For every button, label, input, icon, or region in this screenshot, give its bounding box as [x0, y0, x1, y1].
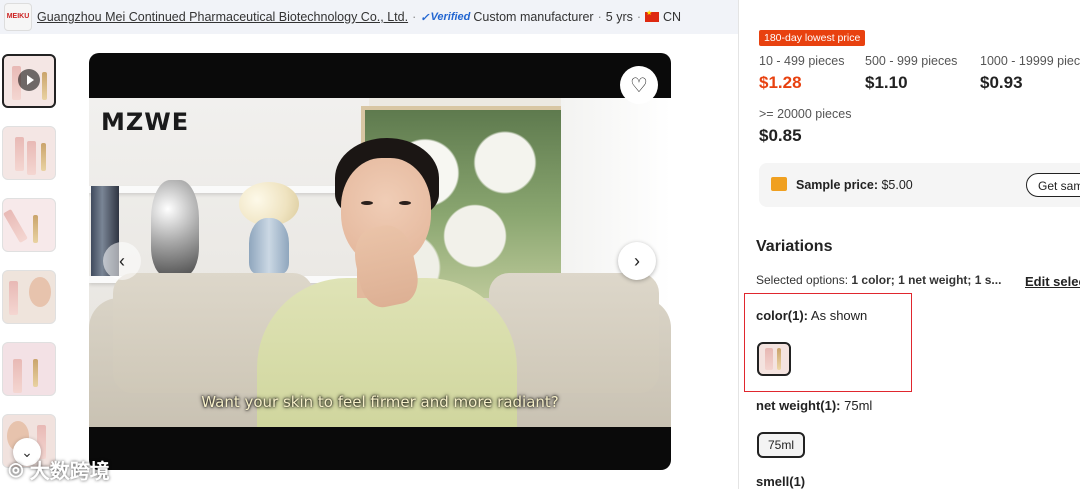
- video-bear-figurine: [151, 180, 199, 276]
- price-tier-value: $0.85: [759, 126, 802, 145]
- watermark: ◎ 大数跨境: [8, 455, 110, 484]
- thumbnail-list: [2, 54, 57, 486]
- product-tube-image: [33, 359, 38, 387]
- supplier-years: 5 yrs: [605, 10, 633, 24]
- price-tier-range: 1000 - 19999 pieces: [980, 54, 1080, 68]
- color-swatch-as-shown[interactable]: [757, 342, 791, 376]
- thumbnail-image[interactable]: [2, 198, 56, 252]
- thumbnail-video[interactable]: [2, 54, 56, 108]
- product-video-player[interactable]: MZWE Want your skin to feel firmer and m…: [89, 53, 671, 470]
- lowest-price-badge: 180-day lowest price: [759, 30, 866, 46]
- color-value: As shown: [810, 308, 868, 323]
- play-icon: [18, 69, 40, 91]
- selected-options-label: Selected options:: [756, 273, 849, 287]
- product-tube-image: [15, 137, 24, 171]
- product-tube-image: [13, 359, 22, 393]
- selected-options-value: 1 color; 1 net weight; 1 s...: [851, 273, 1002, 287]
- product-tube-image: [27, 141, 36, 175]
- sample-price-text: Sample price: $5.00: [796, 178, 913, 192]
- product-tube-image: [41, 143, 46, 171]
- separator: ·: [597, 10, 602, 24]
- product-tube-image: [33, 215, 38, 243]
- video-frame: MZWE: [89, 98, 671, 427]
- price-tier-range: >= 20000 pieces: [759, 107, 852, 121]
- next-media-button[interactable]: ›: [618, 242, 656, 280]
- separator: ·: [636, 10, 642, 24]
- variations-title: Variations: [756, 238, 833, 255]
- get-sample-button[interactable]: Get sample: [1026, 173, 1080, 197]
- product-tube-image: [765, 348, 773, 370]
- net-weight-value: 75ml: [844, 398, 873, 413]
- supplier-logo-text: MEIKU: [6, 13, 30, 20]
- chevron-right-icon: ›: [634, 250, 640, 271]
- video-person-eye: [399, 201, 411, 205]
- price-tier-value: $1.28: [759, 73, 802, 92]
- color-label: color(1):: [756, 308, 808, 323]
- price-tier-range: 500 - 999 pieces: [865, 54, 958, 68]
- product-tube-image: [9, 281, 18, 315]
- previous-media-button[interactable]: ‹: [103, 242, 141, 280]
- supplier-logo[interactable]: MEIKU: [4, 3, 32, 31]
- sample-price-label: Sample price:: [796, 178, 878, 192]
- manufacturer-type: Custom manufacturer: [473, 10, 594, 24]
- video-person-eye: [361, 201, 373, 205]
- video-vase: [249, 218, 289, 274]
- video-subtitle: Want your skin to feel firmer and more r…: [201, 393, 559, 411]
- net-weight-label: net weight(1):: [756, 398, 841, 413]
- net-weight-option-label: net weight(1): 75ml: [756, 398, 872, 413]
- product-tube-image: [777, 348, 781, 370]
- price-tier-value: $1.10: [865, 73, 908, 92]
- product-tube-image: [3, 209, 28, 243]
- smell-option-label: smell(1): [756, 474, 806, 489]
- verified-badge: ✓ Verified: [420, 11, 470, 24]
- supplier-name-link[interactable]: Guangzhou Mei Continued Pharmaceutical B…: [37, 10, 408, 24]
- verified-label: Verified: [430, 11, 471, 23]
- price-tier-value: $0.93: [980, 73, 1023, 92]
- net-weight-option-75ml[interactable]: 75ml: [757, 432, 806, 458]
- thumbnail-image[interactable]: [2, 342, 56, 396]
- selected-options-summary: Selected options: 1 color; 1 net weight;…: [756, 273, 1001, 287]
- verified-check-icon: ✓: [420, 11, 430, 24]
- thumbnail-image[interactable]: [2, 126, 56, 180]
- separator: ·: [412, 10, 417, 24]
- package-icon: [771, 177, 787, 191]
- watermark-text: 大数跨境: [29, 461, 110, 483]
- favorite-button[interactable]: ♡: [620, 66, 658, 104]
- product-media-pane: MEIKU Guangzhou Mei Continued Pharmaceut…: [0, 0, 738, 489]
- watermark-logo-icon: ◎: [8, 459, 24, 479]
- sample-price-value: $5.00: [881, 178, 913, 192]
- color-option-label: color(1): As shown: [756, 308, 867, 323]
- heart-icon: ♡: [630, 74, 648, 97]
- china-flag-icon: [645, 9, 660, 22]
- thumbnail-image[interactable]: [2, 270, 56, 324]
- sample-price-box: Sample price: $5.00 Get sample: [759, 163, 1080, 207]
- product-tube-image: [42, 72, 47, 100]
- video-shelf: [89, 186, 359, 193]
- model-face-image: [29, 277, 51, 307]
- price-tier-range: 10 - 499 pieces: [759, 54, 845, 68]
- product-info-pane: 180-day lowest price 10 - 499 pieces $1.…: [739, 0, 1080, 489]
- chevron-left-icon: ‹: [119, 250, 125, 271]
- edit-selections-link[interactable]: Edit selections: [1025, 274, 1080, 289]
- supplier-bar: MEIKU Guangzhou Mei Continued Pharmaceut…: [0, 0, 738, 34]
- supplier-country: CN: [663, 10, 682, 24]
- video-brand-logo: MZWE: [101, 108, 190, 136]
